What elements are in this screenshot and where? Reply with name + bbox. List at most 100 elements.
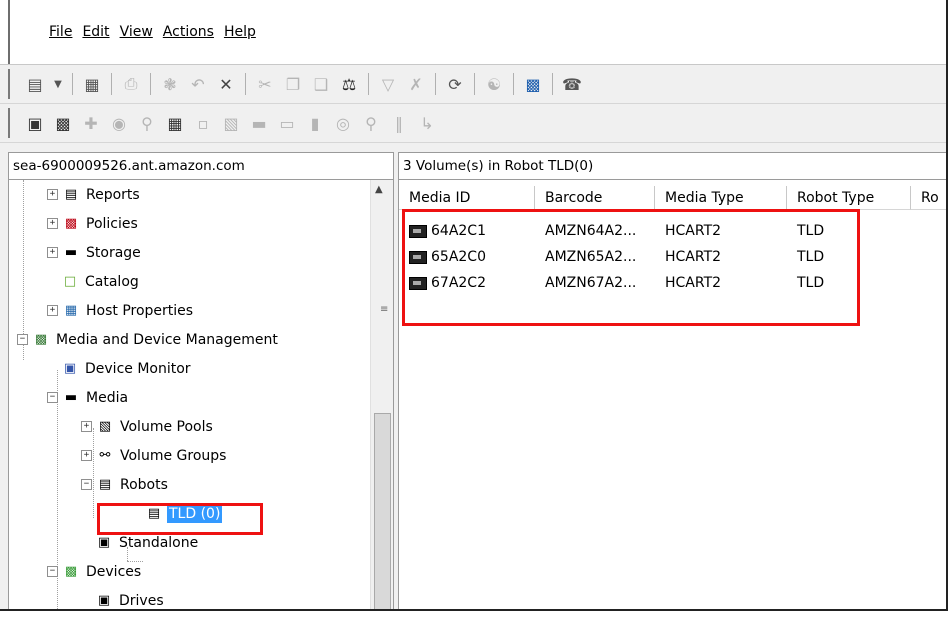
expand-icon[interactable]: + [47, 218, 58, 229]
label-icon[interactable]: ▦ [164, 112, 186, 134]
lock-icon[interactable]: ‖ [388, 112, 410, 134]
tree-item-device-monitor[interactable]: ▣ Device Monitor [61, 354, 193, 383]
tree-item-volume-pools[interactable]: + ▧ Volume Pools [81, 412, 215, 441]
tree-item-media-device-management[interactable]: − ▩ Media and Device Management [17, 325, 280, 354]
tree-item-media[interactable]: − ▬ Media [47, 383, 130, 412]
host-properties-icon: ▦ [64, 303, 78, 318]
configure-icon[interactable]: ▩ [52, 112, 74, 134]
app-window: File Edit View Actions Help ▤ ▼ ▦ ⎙ ❃ ↶ … [0, 0, 948, 611]
column-media-type[interactable]: Media Type [655, 186, 787, 210]
column-robot-partial[interactable]: Ro [911, 186, 946, 210]
tree-item-robots[interactable]: − ▤ Robots [81, 470, 170, 499]
refresh-icon[interactable]: ⟳ [444, 73, 466, 95]
menu-edit[interactable]: Edit [77, 24, 114, 40]
expand-icon[interactable]: + [47, 189, 58, 200]
menu-file[interactable]: File [44, 24, 77, 40]
toolbar-separator [111, 73, 112, 95]
down-icon[interactable]: ▭ [276, 112, 298, 134]
menu-bar: File Edit View Actions Help [0, 0, 946, 65]
toolbar-separator [72, 73, 73, 95]
inventory-icon[interactable]: ⚲ [136, 112, 158, 134]
column-barcode[interactable]: Barcode [535, 186, 655, 210]
clean-icon[interactable]: ▧ [220, 112, 242, 134]
menu-items: File Edit View Actions Help [44, 24, 261, 40]
devices-icon[interactable]: ▩ [522, 73, 544, 95]
copy-icon[interactable]: ❐ [282, 73, 304, 95]
expand-icon[interactable]: + [47, 305, 58, 316]
unlock-icon[interactable]: ↳ [416, 112, 438, 134]
expand-icon[interactable]: + [81, 421, 92, 432]
erase-icon[interactable]: ▫ [192, 112, 214, 134]
column-headers: Media ID Barcode Media Type Robot Type R… [399, 186, 946, 210]
media-device-icon: ▩ [34, 332, 48, 347]
print-icon[interactable]: ⎙ [120, 73, 142, 95]
help-icon[interactable]: ☎ [561, 73, 583, 95]
tree-item-host-properties[interactable]: + ▦ Host Properties [47, 296, 195, 325]
preview-icon[interactable]: ▦ [81, 73, 103, 95]
tree-item-policies[interactable]: + ▩ Policies [47, 209, 140, 238]
catalog-icon: □ [63, 274, 77, 289]
drives-icon: ▣ [97, 593, 111, 608]
tree-item-volume-groups[interactable]: + ⚯ Volume Groups [81, 441, 228, 470]
tree-item-drives[interactable]: ▣ Drives [95, 586, 166, 611]
options-icon[interactable]: ☯ [483, 73, 505, 95]
column-media-id[interactable]: Media ID [399, 186, 535, 210]
move-icon[interactable]: ✚ [80, 112, 102, 134]
tree-item-devices[interactable]: − ▩ Devices [47, 557, 143, 586]
toolbar-separator [150, 73, 151, 95]
scroll-up-icon[interactable]: ▲ [375, 184, 383, 195]
column-robot-type[interactable]: Robot Type [787, 186, 911, 210]
standalone-icon: ▣ [97, 535, 111, 550]
menu-help[interactable]: Help [219, 24, 261, 40]
collapse-icon[interactable]: − [17, 334, 28, 345]
monitor-icon: ▣ [63, 361, 77, 376]
toolbar-standard: ▤ ▼ ▦ ⎙ ❃ ↶ ✕ ✂ ❐ ❑ ⚖ ▽ ✗ ⟳ ☯ ▩ ☎ [0, 65, 946, 104]
robot-icon: ▤ [98, 477, 112, 492]
navigation-tree: + ▤ Reports + ▩ Policies + ▬ Storage □ C… [9, 180, 369, 611]
undo-icon[interactable]: ↶ [187, 73, 209, 95]
tree-item-storage[interactable]: + ▬ Storage [47, 238, 143, 267]
up-icon[interactable]: ▬ [248, 112, 270, 134]
policy-icon: ▩ [64, 216, 78, 231]
menu-view[interactable]: View [115, 24, 158, 40]
toolbar-separator [245, 73, 246, 95]
navigation-pane: sea-6900009526.ant.amazon.com + ▤ Report… [8, 152, 394, 611]
collapse-icon[interactable]: − [81, 479, 92, 490]
add-device-icon[interactable]: ▣ [24, 112, 46, 134]
expand-icon[interactable]: + [47, 247, 58, 258]
toolbar-separator [513, 73, 514, 95]
torn-edge [0, 609, 948, 619]
paste-icon[interactable]: ❑ [310, 73, 332, 95]
tree-scrollbar[interactable]: ▲ ≡ [370, 180, 393, 611]
tree-item-reports[interactable]: + ▤ Reports [47, 180, 142, 209]
tree-item-catalog[interactable]: □ Catalog [61, 267, 141, 296]
clear-filter-icon[interactable]: ✗ [405, 73, 427, 95]
filter-icon[interactable]: ▽ [377, 73, 399, 95]
expand-icon[interactable]: + [81, 450, 92, 461]
suspend-icon[interactable]: ⚲ [360, 112, 382, 134]
delete-icon[interactable]: ✕ [215, 73, 237, 95]
toolbar-grip[interactable] [8, 108, 10, 138]
cut-icon[interactable]: ✂ [254, 73, 276, 95]
storage-icon: ▬ [64, 245, 78, 260]
menu-actions[interactable]: Actions [158, 24, 219, 40]
unfreeze-icon[interactable]: ◎ [332, 112, 354, 134]
eject-icon[interactable]: ◉ [108, 112, 130, 134]
find-icon[interactable]: ⚖ [338, 73, 360, 95]
volume-pools-icon: ▧ [98, 419, 112, 434]
collapse-icon[interactable]: − [47, 392, 58, 403]
dropdown-arrow-icon[interactable]: ▼ [52, 73, 64, 95]
collapse-icon[interactable]: − [47, 566, 58, 577]
scroll-thumb[interactable]: ≡ [374, 304, 391, 611]
toolbar-separator [552, 73, 553, 95]
toolbar-grip[interactable] [8, 69, 10, 99]
report-icon: ▤ [64, 187, 78, 202]
pane-title: 3 Volume(s) in Robot TLD(0) [399, 153, 946, 180]
window-edge [8, 0, 10, 64]
toolbar-separator [474, 73, 475, 95]
freeze-icon[interactable]: ▮ [304, 112, 326, 134]
devices-icon: ▩ [64, 564, 78, 579]
volume-groups-icon: ⚯ [99, 448, 111, 463]
settings-icon[interactable]: ❃ [159, 73, 181, 95]
new-icon[interactable]: ▤ [24, 73, 46, 95]
